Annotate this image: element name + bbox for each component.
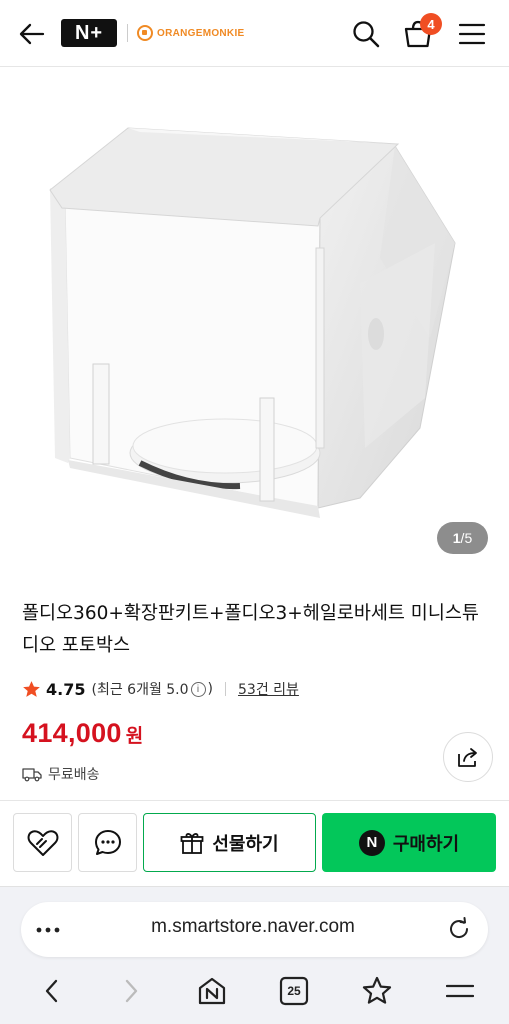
wishlist-button[interactable] bbox=[13, 813, 72, 872]
url-text[interactable]: m.smartstore.naver.com bbox=[100, 916, 406, 938]
section-divider bbox=[0, 800, 509, 801]
share-button[interactable] bbox=[443, 732, 493, 782]
buy-label: 구매하기 bbox=[392, 833, 460, 855]
shipping-info: 무료배송 bbox=[22, 764, 100, 784]
search-icon[interactable] bbox=[351, 19, 381, 49]
browser-menu-button[interactable] bbox=[443, 974, 477, 1008]
price-unit: 원 bbox=[125, 725, 144, 747]
chat-bubble-icon bbox=[94, 829, 121, 855]
gift-button[interactable]: 선물하기 bbox=[143, 813, 316, 872]
naver-pay-icon: N bbox=[358, 829, 385, 856]
naver-home-icon bbox=[198, 977, 226, 1005]
review-count-link[interactable]: 53건 리뷰 bbox=[238, 679, 299, 699]
chevron-left-icon bbox=[45, 979, 58, 1003]
rating-value: 4.75 bbox=[46, 679, 86, 699]
buy-button[interactable]: N 구매하기 bbox=[322, 813, 496, 872]
photo-box-illustration bbox=[49, 127, 456, 518]
truck-icon bbox=[22, 768, 42, 782]
hamburger-menu-icon bbox=[446, 984, 474, 998]
logo-divider bbox=[127, 24, 128, 42]
chevron-right-icon bbox=[125, 979, 138, 1003]
recent-rating: (최근 6개월 5.0 bbox=[91, 682, 189, 698]
brand-logo-icon bbox=[137, 25, 153, 41]
product-image[interactable] bbox=[0, 68, 509, 578]
star-icon bbox=[23, 680, 40, 697]
top-header: N+ ORANGEMONKIE 4 bbox=[0, 0, 509, 67]
total-image-count: 5 bbox=[464, 530, 473, 546]
gift-label: 선물하기 bbox=[212, 833, 279, 855]
rating-row: 4.75 (최근 6개월 5.0 i ) 53건 리뷰 bbox=[22, 678, 299, 700]
more-options-icon[interactable] bbox=[35, 920, 61, 940]
hamburger-menu-icon[interactable] bbox=[458, 22, 486, 46]
talk-talk-button[interactable] bbox=[78, 813, 137, 872]
heart-icon bbox=[27, 829, 58, 856]
tabs-count: 25 bbox=[287, 984, 301, 998]
rating-divider bbox=[225, 682, 227, 696]
price-row: 414,000 원 bbox=[22, 718, 143, 749]
browser-tabs-button[interactable]: 25 bbox=[277, 974, 311, 1008]
shipping-label: 무료배송 bbox=[48, 767, 100, 783]
gift-icon bbox=[180, 832, 204, 854]
naver-plus-logo[interactable]: N+ bbox=[61, 19, 117, 47]
current-image-index: 1 bbox=[452, 530, 461, 546]
browser-forward-button[interactable] bbox=[114, 974, 148, 1008]
price-value: 414,000 bbox=[22, 718, 122, 748]
info-icon[interactable]: i bbox=[190, 681, 206, 697]
store-brand[interactable]: ORANGEMONKIE bbox=[137, 24, 245, 42]
brand-name: ORANGEMONKIE bbox=[157, 27, 245, 39]
browser-bookmark-button[interactable] bbox=[360, 974, 394, 1008]
image-pagination-badge: 1 / 5 bbox=[437, 522, 488, 554]
share-icon bbox=[458, 748, 477, 767]
star-outline-icon bbox=[362, 976, 392, 1004]
browser-home-button[interactable] bbox=[195, 974, 229, 1008]
browser-back-button[interactable] bbox=[35, 974, 69, 1008]
product-title: 폴디오360+확장판키트+폴디오3+헤일로바세트 미니스튜디오 포토박스 bbox=[22, 603, 479, 656]
back-arrow-icon[interactable] bbox=[18, 20, 46, 48]
reload-icon[interactable] bbox=[447, 917, 471, 941]
recent-rating-close: ) bbox=[207, 681, 214, 697]
cart-count-badge: 4 bbox=[420, 13, 442, 35]
